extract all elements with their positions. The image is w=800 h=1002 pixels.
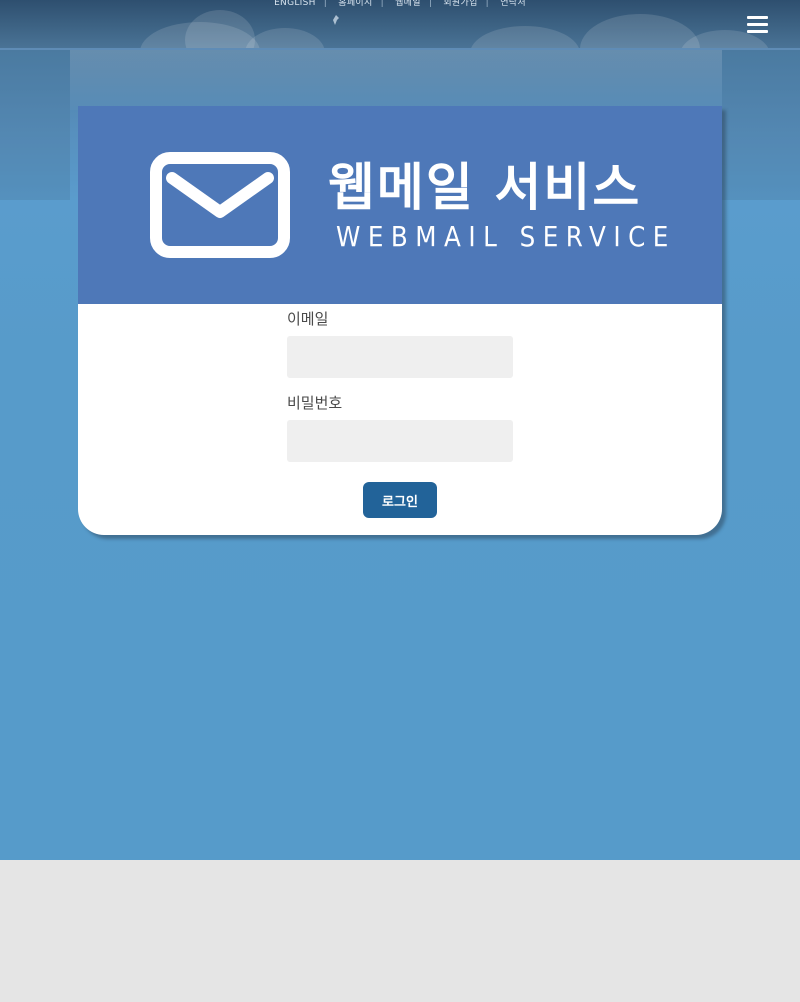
top-link-contact[interactable]: 연락처 xyxy=(500,0,526,8)
top-links-bar: ENGLISH | 홈페이지 | 웹메일 | 회원가입 | 연락처 xyxy=(274,0,526,8)
bird-icon xyxy=(333,15,339,25)
envelope-icon xyxy=(150,152,290,258)
email-field[interactable] xyxy=(287,336,513,378)
top-header: ENGLISH | 홈페이지 | 웹메일 | 회원가입 | 연락처 xyxy=(0,0,800,48)
cloud-decoration xyxy=(470,26,580,48)
banner-title: 웹메일 서비스 xyxy=(328,159,642,218)
cloud-decoration xyxy=(580,14,700,48)
top-link-webmail[interactable]: 웹메일 xyxy=(395,0,421,8)
top-link-signup[interactable]: 회원가입 xyxy=(443,0,477,8)
top-link-homepage[interactable]: 홈페이지 xyxy=(338,0,372,8)
login-button[interactable]: 로그인 xyxy=(363,482,437,518)
banner-subtitle: WEBMAIL SERVICE xyxy=(336,220,676,253)
email-label: 이메일 xyxy=(287,310,329,328)
footer-area xyxy=(0,860,800,1002)
back-panel xyxy=(70,50,722,110)
password-label: 비밀번호 xyxy=(287,394,343,412)
right-shade xyxy=(722,50,800,200)
hamburger-menu-icon[interactable] xyxy=(747,16,769,34)
left-shade xyxy=(0,50,70,200)
password-field[interactable] xyxy=(287,420,513,462)
cloud-decoration xyxy=(185,10,255,48)
webmail-banner: 웹메일 서비스 WEBMAIL SERVICE xyxy=(78,106,722,304)
top-link-english[interactable]: ENGLISH xyxy=(274,0,316,8)
login-card: 웹메일 서비스 WEBMAIL SERVICE 이메일 비밀번호 로그인 xyxy=(78,106,722,535)
cloud-decoration xyxy=(245,28,325,48)
